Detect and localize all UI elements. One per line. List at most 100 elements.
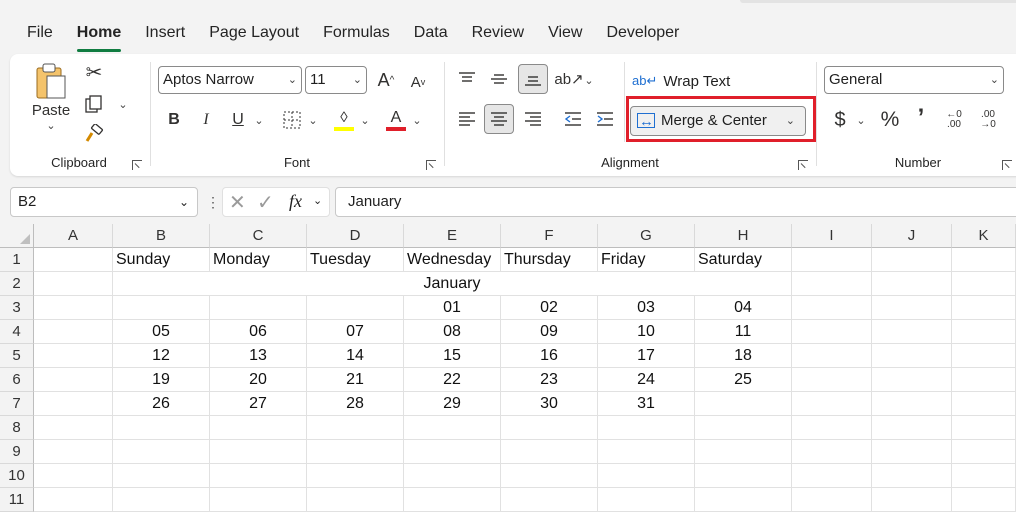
cell[interactable] bbox=[307, 296, 404, 320]
cell[interactable] bbox=[34, 392, 113, 416]
increase-indent-icon[interactable] bbox=[592, 106, 618, 132]
name-box[interactable]: B2 ⌄ bbox=[10, 187, 198, 217]
bottom-align-icon[interactable] bbox=[518, 64, 548, 94]
date-cell[interactable]: 10 bbox=[598, 320, 695, 344]
cell[interactable] bbox=[113, 416, 210, 440]
date-cell[interactable]: 01 bbox=[404, 296, 501, 320]
cell[interactable] bbox=[34, 320, 113, 344]
cell[interactable] bbox=[404, 464, 501, 488]
date-cell[interactable]: 16 bbox=[501, 344, 598, 368]
date-cell[interactable]: 14 bbox=[307, 344, 404, 368]
cell[interactable] bbox=[872, 464, 952, 488]
align-left-icon[interactable] bbox=[454, 106, 480, 132]
cell[interactable] bbox=[952, 272, 1016, 296]
row-header-10[interactable]: 10 bbox=[0, 464, 34, 488]
date-cell[interactable]: 05 bbox=[113, 320, 210, 344]
date-cell[interactable]: 29 bbox=[404, 392, 501, 416]
column-header-d[interactable]: D bbox=[307, 224, 404, 248]
date-cell[interactable]: 23 bbox=[501, 368, 598, 392]
cell[interactable] bbox=[210, 416, 307, 440]
row-header-9[interactable]: 9 bbox=[0, 440, 34, 464]
date-cell[interactable]: 21 bbox=[307, 368, 404, 392]
top-align-icon[interactable] bbox=[454, 66, 480, 92]
date-cell[interactable]: 20 bbox=[210, 368, 307, 392]
font-color-dropdown-chevron-icon[interactable]: ⌄ bbox=[410, 112, 424, 128]
cell[interactable] bbox=[792, 440, 872, 464]
cell[interactable] bbox=[210, 440, 307, 464]
column-header-b[interactable]: B bbox=[113, 224, 210, 248]
font-color-icon[interactable]: A bbox=[384, 106, 408, 134]
cell[interactable] bbox=[872, 320, 952, 344]
row-header-2[interactable]: 2 bbox=[0, 272, 34, 296]
date-cell[interactable]: 17 bbox=[598, 344, 695, 368]
cell[interactable] bbox=[113, 440, 210, 464]
decrease-indent-icon[interactable] bbox=[560, 106, 586, 132]
cell[interactable] bbox=[501, 464, 598, 488]
date-cell[interactable]: 22 bbox=[404, 368, 501, 392]
day-header-cell[interactable]: Thursday bbox=[501, 248, 598, 272]
cell[interactable] bbox=[501, 488, 598, 512]
select-all-corner[interactable] bbox=[0, 224, 34, 248]
date-cell[interactable]: 07 bbox=[307, 320, 404, 344]
date-cell[interactable]: 28 bbox=[307, 392, 404, 416]
cell[interactable] bbox=[952, 320, 1016, 344]
chevron-down-icon[interactable]: ⌄ bbox=[313, 194, 322, 207]
font-size-dropdown[interactable]: 11 ⌄ bbox=[305, 66, 367, 94]
accounting-dropdown-chevron-icon[interactable]: ⌄ bbox=[854, 112, 868, 128]
date-cell[interactable]: 11 bbox=[695, 320, 792, 344]
column-header-j[interactable]: J bbox=[872, 224, 952, 248]
align-right-icon[interactable] bbox=[520, 106, 546, 132]
underline-dropdown-chevron-icon[interactable]: ⌄ bbox=[252, 112, 266, 128]
cell[interactable] bbox=[501, 416, 598, 440]
row-header-6[interactable]: 6 bbox=[0, 368, 34, 392]
column-header-g[interactable]: G bbox=[598, 224, 695, 248]
date-cell[interactable]: 30 bbox=[501, 392, 598, 416]
date-cell[interactable]: 15 bbox=[404, 344, 501, 368]
font-name-dropdown[interactable]: Aptos Narrow ⌄ bbox=[158, 66, 302, 94]
date-cell[interactable]: 06 bbox=[210, 320, 307, 344]
clipboard-dialog-launcher-icon[interactable] bbox=[132, 160, 142, 170]
column-header-c[interactable]: C bbox=[210, 224, 307, 248]
cell[interactable] bbox=[34, 464, 113, 488]
row-header-8[interactable]: 8 bbox=[0, 416, 34, 440]
date-cell[interactable]: 12 bbox=[113, 344, 210, 368]
cell[interactable] bbox=[872, 416, 952, 440]
cell[interactable] bbox=[307, 416, 404, 440]
increase-decimal-icon[interactable]: ←0.00 bbox=[940, 106, 968, 134]
cell[interactable] bbox=[952, 488, 1016, 512]
cell[interactable] bbox=[872, 368, 952, 392]
decrease-font-size-icon[interactable]: Av bbox=[406, 70, 430, 94]
enter-check-icon[interactable]: ✓ bbox=[257, 190, 274, 215]
comma-style-icon[interactable]: ’ bbox=[910, 104, 932, 132]
wrap-text-button[interactable]: ab↵ Wrap Text bbox=[632, 68, 730, 94]
cell[interactable] bbox=[952, 296, 1016, 320]
cell[interactable] bbox=[404, 416, 501, 440]
date-cell[interactable]: 19 bbox=[113, 368, 210, 392]
fill-color-dropdown-chevron-icon[interactable]: ⌄ bbox=[358, 112, 372, 128]
column-header-f[interactable]: F bbox=[501, 224, 598, 248]
cell[interactable] bbox=[210, 488, 307, 512]
cell[interactable] bbox=[872, 488, 952, 512]
cell[interactable] bbox=[952, 344, 1016, 368]
font-dialog-launcher-icon[interactable] bbox=[426, 160, 436, 170]
cancel-icon[interactable]: ✕ bbox=[229, 190, 246, 215]
copy-icon[interactable] bbox=[82, 92, 106, 116]
cell[interactable] bbox=[792, 488, 872, 512]
date-cell[interactable]: 18 bbox=[695, 344, 792, 368]
column-header-i[interactable]: I bbox=[792, 224, 872, 248]
tab-insert[interactable]: Insert bbox=[133, 18, 197, 50]
cell[interactable] bbox=[113, 296, 210, 320]
borders-dropdown-chevron-icon[interactable]: ⌄ bbox=[306, 112, 320, 128]
cell[interactable] bbox=[952, 368, 1016, 392]
cell[interactable] bbox=[598, 488, 695, 512]
tab-review[interactable]: Review bbox=[460, 18, 536, 50]
cell[interactable] bbox=[598, 416, 695, 440]
date-cell[interactable]: 27 bbox=[210, 392, 307, 416]
number-format-dropdown[interactable]: General ⌄ bbox=[824, 66, 1004, 94]
date-cell[interactable]: 02 bbox=[501, 296, 598, 320]
cell[interactable] bbox=[872, 296, 952, 320]
cut-icon[interactable]: ✂ bbox=[82, 60, 106, 84]
cell[interactable] bbox=[792, 368, 872, 392]
cell[interactable] bbox=[872, 272, 952, 296]
cell[interactable] bbox=[792, 320, 872, 344]
